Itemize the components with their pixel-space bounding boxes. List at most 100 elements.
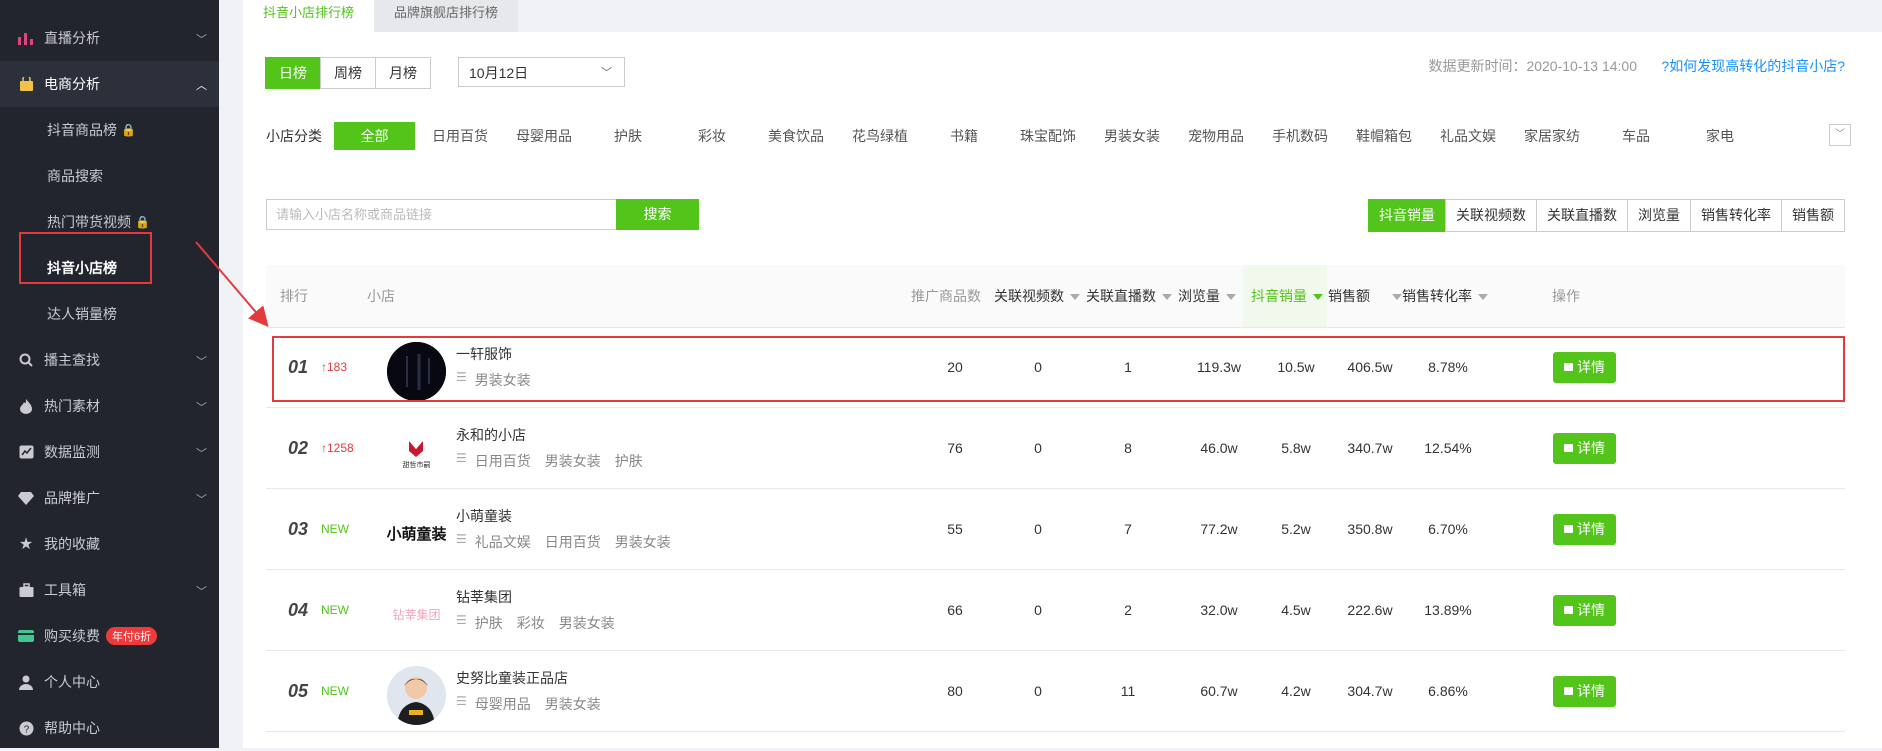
category-item[interactable]: 书籍 bbox=[922, 122, 1006, 150]
sidebar-item-profile[interactable]: 个人中心 bbox=[0, 659, 219, 705]
search-icon bbox=[18, 352, 34, 368]
table-row[interactable]: 05 NEW 史努比童装正品店 ☰ 母婴用品 男装女装 80 0 11 60.7… bbox=[266, 651, 1845, 732]
category-item[interactable]: 礼品文娱 bbox=[1426, 122, 1510, 150]
category-item[interactable]: 彩妆 bbox=[670, 122, 754, 150]
sidebar-item-live-analysis[interactable]: 直播分析 ﹀ bbox=[0, 15, 219, 61]
date-picker[interactable]: 10月12日 ﹀ bbox=[458, 57, 625, 87]
category-expand-toggle[interactable]: ﹀ bbox=[1829, 124, 1851, 146]
detail-button[interactable]: 详情 bbox=[1553, 676, 1616, 707]
sidebar-subitem-product-search[interactable]: 商品搜索 bbox=[0, 153, 219, 199]
category-item[interactable]: 手机数码 bbox=[1258, 122, 1342, 150]
chevron-down-icon: ﹀ bbox=[196, 356, 207, 368]
monitor-icon bbox=[18, 444, 34, 460]
category-item[interactable]: 鞋帽箱包 bbox=[1342, 122, 1426, 150]
sidebar-item-ecommerce[interactable]: 电商分析 ︿ bbox=[0, 61, 219, 107]
sidebar-subitem-influencer-rank[interactable]: 达人销量榜 bbox=[0, 291, 219, 337]
sort-videos[interactable]: 关联视频数 bbox=[1445, 199, 1537, 232]
cell-products: 76 bbox=[947, 440, 963, 456]
period-daily[interactable]: 日榜 bbox=[265, 57, 321, 89]
star-icon: ★ bbox=[18, 536, 34, 553]
tab-brand-store-rank[interactable]: 品牌旗舰店排行榜 bbox=[374, 0, 519, 34]
sort-views[interactable]: 浏览量 bbox=[1627, 199, 1691, 232]
rank-number: 04 bbox=[288, 600, 309, 620]
cell-products: 55 bbox=[947, 521, 963, 537]
detail-button[interactable]: 详情 bbox=[1553, 514, 1616, 545]
sort-arrow-icon bbox=[1313, 294, 1323, 301]
period-selector: 日榜 周榜 月榜 bbox=[265, 57, 431, 89]
col-lives[interactable]: 关联直播数 bbox=[1086, 265, 1172, 327]
sort-lives[interactable]: 关联直播数 bbox=[1536, 199, 1628, 232]
shop-avatar: 小萌童装 bbox=[387, 504, 446, 563]
shop-name[interactable]: 小萌童装 bbox=[456, 506, 512, 526]
cell-sales: 4.2w bbox=[1281, 683, 1311, 699]
sort-arrow-icon bbox=[1070, 294, 1080, 301]
detail-button[interactable]: 详情 bbox=[1553, 595, 1616, 626]
help-link[interactable]: ?如何发现高转化的抖音小店? bbox=[1661, 56, 1845, 76]
cell-videos: 0 bbox=[1034, 440, 1042, 456]
list-icon: ☰ bbox=[456, 532, 467, 546]
sidebar-item-purchase[interactable]: 购买续费 年付6折 bbox=[0, 613, 219, 659]
sidebar-item-label: 我的收藏 bbox=[44, 536, 100, 552]
shop-avatar: 钻莘集团 bbox=[387, 585, 446, 644]
category-item[interactable]: 花鸟绿植 bbox=[838, 122, 922, 150]
lock-icon: 🔒 bbox=[135, 215, 150, 229]
bar-chart-icon bbox=[18, 30, 34, 46]
shop-name[interactable]: 钻莘集团 bbox=[456, 587, 512, 607]
tab-douyin-shop-rank[interactable]: 抖音小店排行榜 bbox=[243, 0, 375, 34]
sidebar-item-toolbox[interactable]: 工具箱 ﹀ bbox=[0, 567, 219, 613]
sort-sales[interactable]: 抖音销量 bbox=[1368, 199, 1446, 232]
col-views[interactable]: 浏览量 bbox=[1178, 265, 1236, 327]
col-revenue[interactable]: 销售额 bbox=[1328, 265, 1402, 327]
fire-icon bbox=[18, 398, 34, 414]
sidebar-item-brand-promotion[interactable]: 品牌推广 ﹀ bbox=[0, 475, 219, 521]
col-lives-label: 关联直播数 bbox=[1086, 288, 1156, 304]
shop-name[interactable]: 永和的小店 bbox=[456, 425, 526, 445]
sidebar-item-streamer-search[interactable]: 播主查找 ﹀ bbox=[0, 337, 219, 383]
category-all[interactable]: 全部 bbox=[334, 122, 415, 150]
col-videos[interactable]: 关联视频数 bbox=[994, 265, 1080, 327]
shop-name[interactable]: 史努比童装正品店 bbox=[456, 668, 568, 688]
category-item[interactable]: 车品 bbox=[1594, 122, 1678, 150]
shop-categories: ☰ 母婴用品 男装女装 bbox=[456, 694, 615, 714]
bag-icon bbox=[1564, 687, 1573, 696]
cell-views: 32.0w bbox=[1200, 602, 1238, 618]
sidebar-item-favorites[interactable]: ★ 我的收藏 bbox=[0, 521, 219, 567]
sidebar-item-hot-materials[interactable]: 热门素材 ﹀ bbox=[0, 383, 219, 429]
col-videos-label: 关联视频数 bbox=[994, 288, 1064, 304]
sidebar-subitem-product-rank[interactable]: 抖音商品榜 🔒 bbox=[0, 107, 219, 153]
sidebar-item-label: 播主查找 bbox=[44, 352, 100, 368]
search-input[interactable]: 请输入小店名称或商品链接 bbox=[266, 199, 617, 230]
category-item[interactable]: 美食饮品 bbox=[754, 122, 838, 150]
col-rank: 排行 bbox=[280, 288, 308, 304]
category-item[interactable]: 珠宝配饰 bbox=[1006, 122, 1090, 150]
col-sales[interactable]: 抖音销量 bbox=[1243, 265, 1327, 327]
table-row[interactable]: 02 ↑1258 甜哲市嗣 永和的小店 ☰ 日用百货 男装女装 护肤 76 0 … bbox=[266, 408, 1845, 489]
shop-category: 日用百货 bbox=[474, 453, 531, 469]
diamond-icon bbox=[18, 490, 34, 506]
rank-change: ↑1258 bbox=[321, 441, 354, 455]
chevron-down-icon: ﹀ bbox=[196, 586, 207, 598]
chevron-down-icon: ﹀ bbox=[1835, 129, 1845, 140]
col-revenue-label: 销售额 bbox=[1328, 288, 1370, 304]
sort-revenue[interactable]: 销售额 bbox=[1781, 199, 1845, 232]
sidebar-item-label: 购买续费 bbox=[44, 628, 100, 644]
svg-text:?: ? bbox=[23, 724, 29, 735]
table-row[interactable]: 03 NEW 小萌童装 小萌童装 ☰ 礼品文娱 日用百货 男装女装 55 0 7… bbox=[266, 489, 1845, 570]
category-item[interactable]: 家居家纺 bbox=[1510, 122, 1594, 150]
category-item[interactable]: 护肤 bbox=[586, 122, 670, 150]
category-item[interactable]: 男装女装 bbox=[1090, 122, 1174, 150]
sort-conversion[interactable]: 销售转化率 bbox=[1690, 199, 1782, 232]
search-button[interactable]: 搜索 bbox=[616, 199, 699, 230]
period-monthly[interactable]: 月榜 bbox=[375, 57, 431, 89]
period-weekly[interactable]: 周榜 bbox=[320, 57, 376, 89]
detail-button[interactable]: 详情 bbox=[1553, 433, 1616, 464]
table-row[interactable]: 04 NEW 钻莘集团 钻莘集团 ☰ 护肤 彩妆 男装女装 66 0 2 32.… bbox=[266, 570, 1845, 651]
category-item[interactable]: 日用百货 bbox=[418, 122, 502, 150]
category-item[interactable]: 母婴用品 bbox=[502, 122, 586, 150]
col-conversion[interactable]: 销售转化率 bbox=[1402, 265, 1488, 327]
category-item[interactable]: 家电 bbox=[1678, 122, 1762, 150]
sidebar-item-help[interactable]: ? 帮助中心 bbox=[0, 705, 219, 751]
date-value: 10月12日 bbox=[469, 65, 529, 81]
sidebar-item-data-monitor[interactable]: 数据监测 ﹀ bbox=[0, 429, 219, 475]
category-item[interactable]: 宠物用品 bbox=[1174, 122, 1258, 150]
